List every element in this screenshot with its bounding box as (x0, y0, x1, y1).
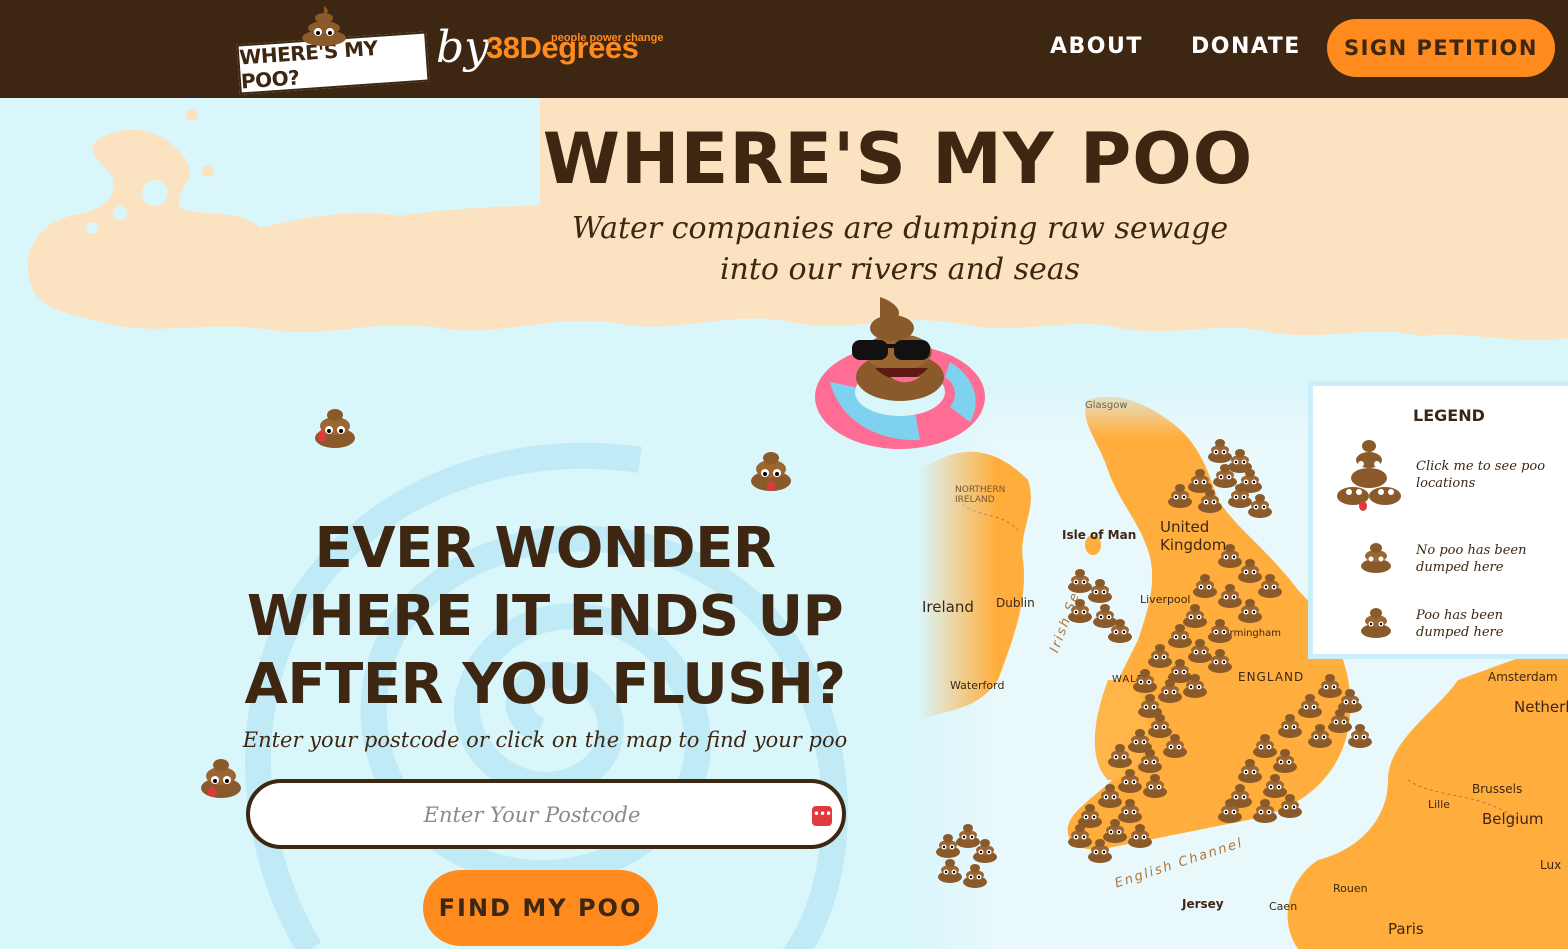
postcode-input[interactable] (280, 791, 784, 839)
decorative-poo-icon (751, 452, 791, 491)
page-title: WHERE'S MY POO (542, 118, 1254, 200)
search-heading-line3: AFTER YOU FLUSH? (244, 652, 846, 717)
top-navbar: WHERE'S MY POO? by 38Degrees people powe… (0, 0, 1568, 98)
map-label-lille: Lille (1428, 798, 1451, 811)
search-heading-line2: WHERE IT ENDS UP (246, 584, 844, 649)
map-label-netherlands: Netherl (1514, 698, 1568, 716)
search-heading-line1: EVER WONDER (314, 516, 776, 581)
map-label-luxembourg: Lux (1540, 858, 1562, 872)
find-my-poo-button[interactable]: FIND MY POO (423, 870, 658, 946)
nav-about[interactable]: ABOUT (1050, 34, 1143, 59)
by-text: by (436, 22, 490, 73)
no-poo-icon (1361, 543, 1391, 573)
postcode-field-container: ••• (246, 779, 846, 849)
floating-poo-ring-icon (815, 297, 985, 449)
map-label-amsterdam: Amsterdam (1488, 670, 1558, 684)
decorative-poo-icon (315, 409, 355, 448)
legend-no-poo-text: No poo has been dumped here (1416, 543, 1527, 575)
poo-dumped-icon (1361, 608, 1391, 638)
page-subtitle: Water companies are dumping raw sewage i… (571, 211, 1229, 287)
nav-donate[interactable]: DONATE (1191, 34, 1301, 59)
poo-cluster-icon (1337, 440, 1401, 511)
map-legend: LEGEND Click me to see poo locations No … (1308, 381, 1568, 659)
legend-title: LEGEND (1413, 406, 1485, 425)
legend-cluster-text: Click me to see poo locations (1416, 459, 1546, 491)
map-label-paris: Paris (1388, 920, 1424, 938)
map-label-brussels: Brussels (1472, 782, 1523, 796)
sign-petition-button[interactable]: SIGN PETITION (1327, 19, 1555, 77)
search-heading: EVER WONDER WHERE IT ENDS UP AFTER YOU F… (240, 515, 850, 719)
legend-poo-text: Poo has been dumped here (1416, 608, 1504, 640)
brand-tagline: people power change (551, 32, 664, 44)
decorative-poo-icon (201, 759, 241, 798)
map-label-belgium: Belgium (1482, 810, 1544, 828)
map-label-glasgow: Glasgow (1085, 400, 1128, 411)
search-instructions: Enter your postcode or click on the map … (242, 728, 848, 752)
password-manager-icon[interactable]: ••• (812, 806, 832, 826)
logo-poo-icon (302, 6, 346, 46)
